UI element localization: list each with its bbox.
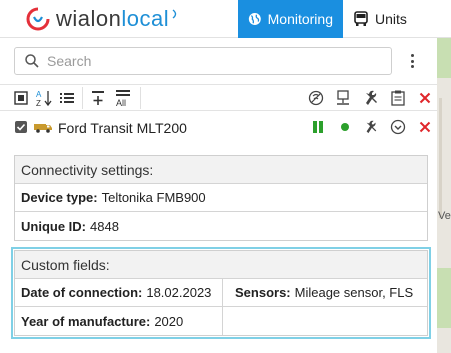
tab-monitoring-label: Monitoring <box>267 11 333 27</box>
custom-fields-card: Custom fields: Date of connection: 18.02… <box>11 247 431 339</box>
tab-units[interactable]: Units <box>343 0 451 38</box>
search-icon <box>25 54 39 68</box>
add-group-icon[interactable] <box>89 89 107 107</box>
unique-id-row: Unique ID: 4848 <box>15 212 427 240</box>
wialon-local-logo[interactable]: wialonlocal <box>26 5 181 33</box>
map-view[interactable]: Veli <box>437 38 451 353</box>
unique-id-label: Unique ID: <box>21 218 86 234</box>
device-type-label: Device type: <box>21 190 98 205</box>
unit-toolbar: A Z All <box>0 84 437 111</box>
pause-icon[interactable] <box>311 118 325 136</box>
list-icon[interactable] <box>58 89 76 107</box>
unique-id-value: 4848 <box>90 218 119 234</box>
show-all-icon[interactable]: All <box>114 89 134 107</box>
chevron-down-icon[interactable] <box>390 118 406 136</box>
search-box[interactable] <box>14 47 392 75</box>
online-dot-icon <box>340 118 350 136</box>
logo-icon <box>26 7 50 31</box>
sort-az-icon[interactable]: A Z <box>35 89 53 107</box>
network-icon[interactable] <box>334 89 352 107</box>
tab-monitoring[interactable]: Monitoring <box>238 0 343 38</box>
signal-waves-icon <box>172 9 177 19</box>
card-title: Connectivity settings: <box>15 156 427 184</box>
unit-name[interactable]: Ford Transit MLT200 <box>58 120 187 136</box>
custom-fields-row: Date of connection: 18.02.2023 Sensors: … <box>15 279 427 307</box>
card-title: Custom fields: <box>15 251 427 279</box>
app-header: wialonlocal Monitoring Units <box>0 0 451 38</box>
monitoring-panel: A Z All <box>0 38 437 353</box>
unit-checkbox[interactable] <box>15 121 27 133</box>
date-of-connection-value: 18.02.2023 <box>146 285 212 300</box>
bus-icon <box>354 11 368 26</box>
globe-icon <box>248 13 261 25</box>
tab-units-label: Units <box>375 11 407 27</box>
svg-text:Z: Z <box>36 99 41 107</box>
date-of-connection-label: Date of connection: <box>21 285 143 300</box>
custom-fields-row: Year of manufacture: 2020 <box>15 307 427 335</box>
connectivity-settings-card: Connectivity settings: Device type: Telt… <box>14 155 428 241</box>
van-icon <box>33 119 53 137</box>
search-input[interactable] <box>47 53 367 69</box>
close-icon[interactable] <box>416 89 434 107</box>
unit-row[interactable]: Ford Transit MLT200 <box>0 114 437 140</box>
device-type-row: Device type: Teltonika FMB900 <box>15 184 427 212</box>
toolbar-divider <box>82 87 83 109</box>
logo-text: wialonlocal <box>56 6 170 31</box>
svg-text:A: A <box>36 90 42 99</box>
close-icon[interactable] <box>419 118 431 136</box>
sensors-value: Mileage sensor, FLS <box>294 285 414 300</box>
year-of-manufacture-label: Year of manufacture: <box>21 313 151 329</box>
year-of-manufacture-value: 2020 <box>154 313 184 329</box>
clipboard-icon[interactable] <box>389 89 407 107</box>
toolbar-divider <box>140 87 141 109</box>
select-all-icon[interactable] <box>12 89 30 107</box>
svg-text:All: All <box>116 98 126 107</box>
empty-cell <box>222 307 427 335</box>
device-type-value: Teltonika FMB900 <box>101 190 206 205</box>
more-options-icon[interactable] <box>406 52 418 70</box>
map-label: Veli <box>438 210 451 222</box>
wrench-icon[interactable] <box>364 118 378 136</box>
sensors-label: Sensors: <box>235 285 291 300</box>
wrench-icon[interactable] <box>362 89 380 107</box>
signal-icon[interactable] <box>307 89 325 107</box>
